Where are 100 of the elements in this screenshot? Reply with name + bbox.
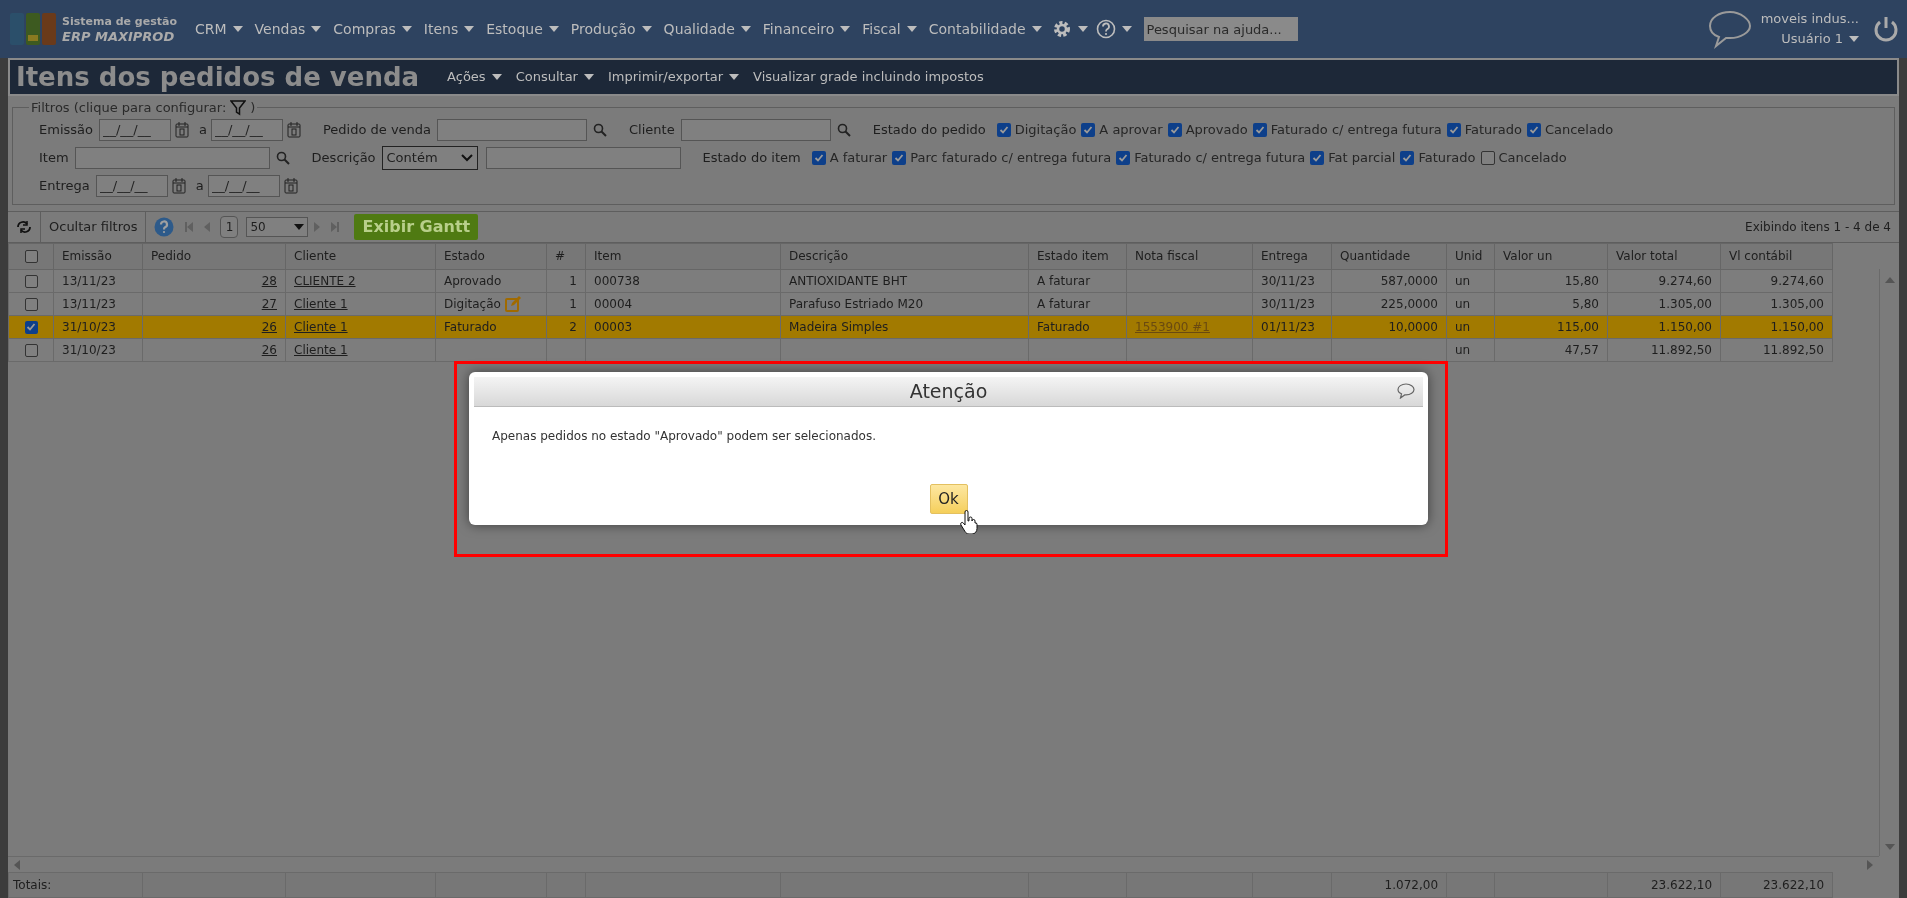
- comment-icon[interactable]: [1397, 383, 1415, 399]
- menu-item[interactable]: Estoque: [480, 14, 565, 44]
- menu-item[interactable]: Produção: [564, 14, 658, 44]
- checkbox[interactable]: [1252, 122, 1267, 137]
- menu-item[interactable]: Contabilidade: [922, 14, 1048, 44]
- table-link[interactable]: 28: [261, 273, 277, 288]
- help-icon: [1095, 19, 1116, 39]
- table-cell: 31/10/23: [62, 319, 116, 334]
- action-menu[interactable]: Imprimir/exportar: [607, 67, 740, 87]
- column-header[interactable]: Estado item: [1028, 243, 1127, 269]
- table-link[interactable]: 27: [261, 296, 277, 311]
- column-header[interactable]: Unid: [1446, 243, 1495, 269]
- filter-icon[interactable]: [230, 99, 247, 116]
- menu-item[interactable]: Financeiro: [756, 14, 857, 44]
- checkbox[interactable]: [1446, 122, 1461, 137]
- action-menu[interactable]: Ações: [447, 67, 502, 87]
- hide-filters-button[interactable]: Ocultar filtros: [41, 211, 147, 242]
- checkbox[interactable]: [1480, 150, 1495, 165]
- menu-item[interactable]: Compras: [327, 14, 418, 44]
- date-field[interactable]: __/__/__: [95, 174, 168, 197]
- checkbox[interactable]: [24, 320, 38, 334]
- search-icon[interactable]: [275, 150, 290, 165]
- text-field[interactable]: [680, 118, 831, 141]
- power-icon[interactable]: [1873, 15, 1899, 43]
- column-header[interactable]: Quantidade: [1331, 243, 1447, 269]
- brand-name: ERP MAXIPROD: [62, 29, 176, 44]
- caret-icon: [464, 26, 475, 32]
- table-cell: 01/11/23: [1261, 319, 1315, 334]
- action-menu[interactable]: Consultar: [515, 67, 594, 87]
- chevron-icon: [460, 153, 473, 162]
- calendar-icon[interactable]: [283, 177, 298, 194]
- dialog-message: Apenas pedidos no estado "Aprovado" podem ser selecionados.: [492, 428, 877, 445]
- filter-label: Emissão: [39, 120, 93, 139]
- ok-button[interactable]: Ok: [929, 484, 968, 514]
- table-cell: A faturar: [1037, 296, 1091, 311]
- select-field[interactable]: Contém: [381, 145, 478, 170]
- column-header[interactable]: Emissão: [53, 243, 143, 269]
- scroll-right-icon[interactable]: [1867, 860, 1873, 870]
- checkbox[interactable]: [811, 150, 826, 165]
- checkbox[interactable]: [996, 122, 1011, 137]
- date-field[interactable]: __/__/__: [207, 174, 280, 197]
- text-field[interactable]: [74, 146, 270, 169]
- checkbox[interactable]: [24, 250, 38, 263]
- search-icon[interactable]: [593, 122, 608, 137]
- checkbox[interactable]: [892, 150, 907, 165]
- calendar-icon[interactable]: [286, 121, 301, 138]
- checkbox[interactable]: [24, 274, 38, 288]
- text-field[interactable]: [437, 118, 588, 141]
- action-menu[interactable]: Visualizar grade incluindo impostos: [753, 67, 984, 87]
- help-icon[interactable]: [154, 216, 175, 237]
- menu-item[interactable]: Vendas: [248, 14, 328, 44]
- table-link[interactable]: 26: [261, 342, 277, 357]
- menu-item[interactable]: Qualidade: [657, 14, 757, 44]
- column-header[interactable]: Item: [585, 243, 781, 269]
- checkbox[interactable]: [1116, 150, 1131, 165]
- table-link[interactable]: 26: [261, 319, 277, 334]
- search-icon[interactable]: [836, 122, 851, 137]
- user-menu[interactable]: Usuário 1: [1781, 29, 1859, 49]
- column-header[interactable]: Nota fiscal: [1126, 243, 1253, 269]
- help-search-field[interactable]: Pesquisar na ajuda...: [1143, 17, 1298, 41]
- checkbox[interactable]: [1400, 150, 1415, 165]
- column-header[interactable]: Valor total: [1607, 243, 1721, 269]
- scroll-left-icon[interactable]: [14, 860, 20, 870]
- menu-item[interactable]: Fiscal: [856, 14, 923, 44]
- caret-icon: [740, 26, 751, 32]
- date-field[interactable]: __/__/__: [98, 118, 171, 141]
- table-cell: un: [1455, 319, 1471, 334]
- column-header[interactable]: Cliente: [285, 243, 436, 269]
- column-header[interactable]: Valor un: [1494, 243, 1608, 269]
- column-header[interactable]: Estado: [435, 243, 547, 269]
- scroll-up-icon[interactable]: [1885, 276, 1895, 283]
- calendar-icon[interactable]: [171, 177, 186, 194]
- checkbox[interactable]: [1526, 122, 1541, 137]
- checkbox-label: A aprovar: [1099, 120, 1163, 139]
- calendar-icon[interactable]: [174, 121, 189, 138]
- caret-icon: [1077, 26, 1088, 32]
- column-header[interactable]: Descrição: [780, 243, 1029, 269]
- checkbox[interactable]: [1310, 150, 1325, 165]
- total-cell: 1.072,00: [1384, 878, 1438, 892]
- column-header[interactable]: Entrega: [1252, 243, 1332, 269]
- refresh-icon[interactable]: [16, 219, 32, 234]
- column-header[interactable]: Pedido: [142, 243, 286, 269]
- column-header[interactable]: #: [546, 243, 586, 269]
- menu-item[interactable]: CRM: [188, 14, 249, 44]
- checkbox[interactable]: [24, 297, 38, 311]
- scroll-down-icon[interactable]: [1885, 844, 1895, 850]
- checkbox[interactable]: [1081, 122, 1096, 137]
- checkbox[interactable]: [1167, 122, 1182, 137]
- date-field[interactable]: __/__/__: [210, 118, 283, 141]
- checkbox[interactable]: [24, 343, 38, 357]
- table-cell: 000738: [594, 273, 640, 288]
- page-field[interactable]: 1: [220, 215, 239, 238]
- chat-icon[interactable]: [1706, 9, 1753, 49]
- gantt-button[interactable]: Exibir Gantt: [354, 213, 479, 240]
- per-page-select[interactable]: 50: [246, 216, 309, 237]
- table-cell: A faturar: [1037, 273, 1091, 288]
- column-header[interactable]: Vl contábil: [1720, 243, 1833, 269]
- text-field[interactable]: [485, 146, 681, 169]
- table-cell: 2: [569, 319, 577, 334]
- menu-item[interactable]: Itens: [417, 14, 481, 44]
